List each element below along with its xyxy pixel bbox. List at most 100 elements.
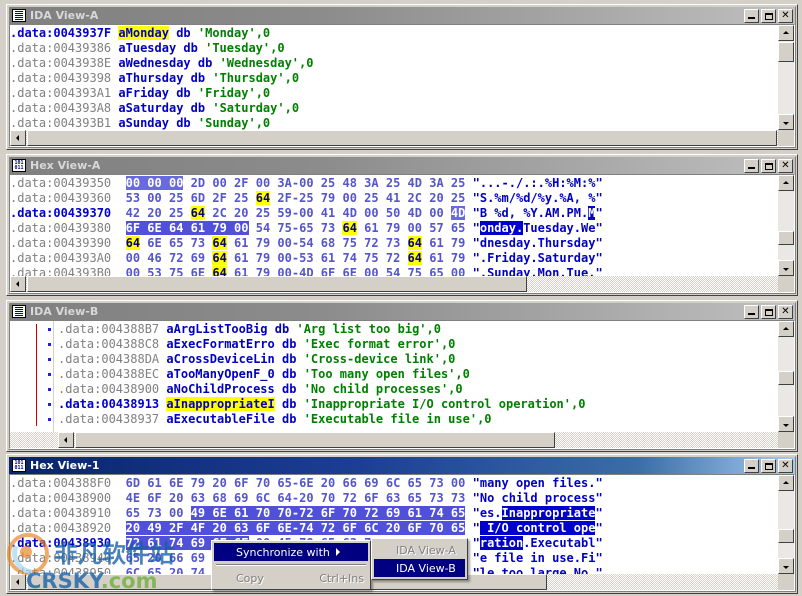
hex-byte[interactable]: 00 (364, 266, 378, 276)
hex-byte[interactable]: 6F (407, 521, 422, 535)
symbol-name[interactable]: aMonday (118, 26, 169, 40)
hex-byte[interactable]: 00 (212, 176, 226, 190)
close-button[interactable]: ✕ (778, 458, 793, 473)
disassembly-row[interactable]: .data:00439386 aTuesday db 'Tuesday',0 (10, 41, 778, 56)
hex-byte[interactable]: 65 (450, 506, 466, 520)
hex-byte[interactable]: 72 (342, 491, 356, 505)
maximize-button[interactable] (761, 158, 776, 173)
hex-byte[interactable]: 25 (299, 191, 313, 205)
hex-byte[interactable]: 20 (147, 551, 161, 565)
hex-byte[interactable]: 2C (408, 191, 422, 205)
hex-byte[interactable]: 65 (169, 236, 183, 250)
hex-byte[interactable]: 00 (168, 176, 184, 190)
disassembly-row[interactable]: .data:004393A8 aSaturday db 'Saturday',0 (10, 101, 778, 116)
hex-byte[interactable]: 70 (277, 506, 292, 520)
hex-byte[interactable]: 20 (169, 566, 183, 574)
scroll-down-arrow[interactable] (778, 260, 794, 276)
hex-byte[interactable]: 2F (277, 191, 291, 205)
titlebar-hex-view-1[interactable]: 101 011 Hex View-1 ✕ (9, 457, 795, 474)
hex-byte[interactable]: 79 (451, 251, 465, 265)
hex-byte[interactable]: 00 (256, 176, 270, 190)
hex-byte[interactable]: 74 (191, 566, 205, 574)
hex-byte[interactable]: 72 (320, 521, 336, 535)
disassembly-row[interactable]: .data:00439398 aThursday db 'Thursday',0 (10, 71, 778, 86)
hex-byte[interactable]: 63 (234, 521, 249, 535)
hex-byte[interactable]: 64 (407, 251, 422, 265)
hex-dump-listing[interactable]: .data:00439350 00 00 00 2D 00 2F 00 3A-0… (10, 175, 778, 276)
hex-byte[interactable]: 79 (321, 191, 335, 205)
hex-byte[interactable]: 00 (147, 191, 161, 205)
hex-byte[interactable]: 69 (234, 491, 248, 505)
hex-byte[interactable]: 79 (386, 221, 400, 235)
hex-byte[interactable]: 64 (212, 251, 227, 265)
hex-byte[interactable]: 64 (277, 491, 291, 505)
hex-byte[interactable]: 65 (299, 221, 313, 235)
hex-byte[interactable]: 66 (169, 551, 183, 565)
disassembly-row[interactable]: .data:004388DA aCrossDeviceLin db 'Cross… (58, 352, 778, 367)
scroll-left-arrow[interactable] (58, 432, 74, 448)
hex-byte[interactable]: 6F (255, 521, 271, 535)
hex-byte[interactable]: 59 (277, 206, 291, 220)
horizontal-scroll-thumb[interactable] (27, 130, 777, 146)
hex-byte[interactable]: 4D (450, 206, 466, 220)
hex-byte[interactable]: 00 (125, 176, 141, 190)
hex-byte[interactable]: 20 (147, 206, 161, 220)
hex-byte[interactable]: 72 (125, 536, 141, 550)
hex-byte[interactable]: 75 (408, 266, 422, 276)
hex-byte[interactable]: 00 (299, 176, 313, 190)
hex-byte[interactable]: 6E (212, 506, 227, 520)
hex-byte[interactable]: 00 (126, 251, 140, 265)
vertical-scroll-thumb[interactable] (778, 371, 794, 385)
hex-byte[interactable]: 48 (342, 176, 356, 190)
hex-byte[interactable]: 61 (429, 251, 443, 265)
hex-byte[interactable]: 74 (168, 536, 184, 550)
hex-byte[interactable]: 3A (277, 176, 291, 190)
hex-byte[interactable]: 72 (364, 236, 378, 250)
hex-byte[interactable]: 74 (429, 506, 444, 520)
hex-byte[interactable]: 53 (299, 251, 313, 265)
hex-byte[interactable]: 61 (234, 251, 248, 265)
hex-byte[interactable]: 25 (451, 176, 465, 190)
hex-byte[interactable]: 65 (126, 506, 140, 520)
hex-byte[interactable]: 65 (429, 266, 443, 276)
hex-byte[interactable]: 63 (386, 491, 400, 505)
hex-byte[interactable]: 79 (256, 251, 270, 265)
hex-byte[interactable]: 79 (191, 476, 205, 490)
hex-byte[interactable]: 64 (190, 206, 206, 220)
hex-byte[interactable]: 6E (147, 221, 162, 235)
close-button[interactable]: ✕ (778, 158, 793, 173)
hex-byte[interactable]: 20 (299, 491, 313, 505)
hex-byte[interactable]: 49 (190, 506, 206, 520)
hex-byte[interactable]: 25 (169, 206, 183, 220)
hex-row[interactable]: .data:00439350 00 00 00 2D 00 2F 00 3A-0… (10, 176, 778, 191)
scroll-up-arrow[interactable] (778, 475, 794, 491)
hex-byte[interactable]: 64 (212, 236, 227, 250)
symbol-name[interactable]: aArgListTooBig (166, 322, 267, 336)
hex-byte[interactable]: 70 (429, 521, 444, 535)
hex-byte[interactable]: 4D (299, 266, 313, 276)
hex-byte[interactable]: 4D (342, 206, 356, 220)
hex-byte[interactable]: 70 (255, 506, 271, 520)
window-ida-view-a[interactable]: IDA View-A ✕ .data:0043937F aMonday db '… (6, 4, 798, 150)
hex-byte[interactable]: 69 (385, 506, 401, 520)
hex-byte[interactable]: 64 (125, 236, 141, 250)
submenu-item-ida-view-b[interactable]: IDA View-B (374, 559, 465, 577)
hex-byte[interactable]: 61 (147, 536, 162, 550)
hex-byte[interactable]: 6C (386, 476, 400, 490)
menu-item-synchronize-with[interactable]: Synchronize with (214, 543, 368, 561)
scroll-up-arrow[interactable] (778, 25, 794, 41)
hex-byte[interactable]: 64 (342, 221, 357, 235)
horizontal-scrollbar[interactable] (10, 276, 778, 292)
hex-byte[interactable]: 74 (299, 521, 314, 535)
vertical-scroll-thumb[interactable] (778, 42, 794, 62)
hex-byte[interactable]: 53 (147, 266, 161, 276)
hex-byte[interactable]: 42 (126, 206, 140, 220)
scroll-down-arrow[interactable] (778, 114, 794, 130)
hex-byte[interactable]: 65 (408, 476, 422, 490)
minimize-button[interactable] (744, 304, 759, 319)
vertical-scrollbar[interactable] (778, 475, 794, 574)
hex-byte[interactable]: 61 (190, 221, 206, 235)
hex-byte[interactable]: 00 (408, 221, 422, 235)
hex-byte[interactable]: 6C (364, 521, 379, 535)
hex-byte[interactable]: 61 (364, 221, 378, 235)
